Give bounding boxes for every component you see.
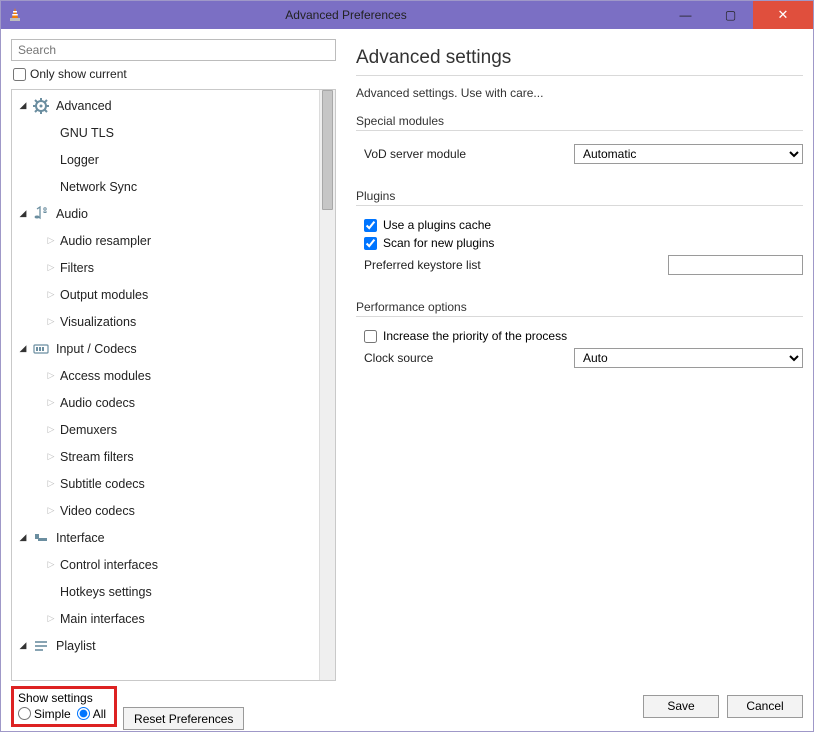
tree-item-output-modules[interactable]: ▷Output modules [12, 281, 319, 308]
tree-category-audio[interactable]: ◢ Audio [12, 200, 319, 227]
use-plugins-cache-input[interactable] [364, 219, 377, 232]
increase-priority-input[interactable] [364, 330, 377, 343]
tree-item-demuxers[interactable]: ▷Demuxers [12, 416, 319, 443]
expand-icon: ◢ [18, 343, 28, 354]
audio-icon [32, 206, 50, 222]
save-button[interactable]: Save [643, 695, 719, 718]
scrollbar-thumb[interactable] [322, 90, 333, 210]
cancel-button[interactable]: Cancel [727, 695, 803, 718]
tree-label: Advanced [56, 99, 112, 113]
page-title: Advanced settings [356, 47, 803, 69]
tree-item-audio-resampler[interactable]: ▷Audio resampler [12, 227, 319, 254]
tree-item-filters[interactable]: ▷Filters [12, 254, 319, 281]
minimize-button[interactable]: — [663, 1, 708, 29]
tree-label: Interface [56, 531, 105, 545]
clock-source-label: Clock source [364, 351, 574, 365]
close-button[interactable]: ✕ [753, 1, 813, 29]
tree-item-network-sync[interactable]: Network Sync [12, 173, 319, 200]
tree-item-subtitle-codecs[interactable]: ▷Subtitle codecs [12, 470, 319, 497]
reset-preferences-button[interactable]: Reset Preferences [123, 707, 244, 730]
tree-category-input-codecs[interactable]: ◢ Input / Codecs [12, 335, 319, 362]
page-subtitle: Advanced settings. Use with care... [356, 86, 803, 100]
gear-icon [32, 98, 50, 114]
tree-label: Input / Codecs [56, 342, 137, 356]
interface-icon [32, 530, 50, 546]
expand-icon: ◢ [18, 100, 28, 111]
expand-icon: ▷ [46, 316, 56, 327]
vod-label: VoD server module [364, 147, 574, 161]
settings-tree[interactable]: ◢ Advanced GNU TLS Logger Network Sync ◢… [12, 90, 319, 680]
expand-icon: ▷ [46, 235, 56, 246]
search-input[interactable] [11, 39, 336, 61]
keystore-input[interactable] [668, 255, 803, 275]
tree-item-audio-codecs[interactable]: ▷Audio codecs [12, 389, 319, 416]
only-show-current-label: Only show current [30, 67, 127, 81]
group-special-modules: VoD server module Automatic [356, 130, 803, 183]
scan-new-plugins-checkbox[interactable]: Scan for new plugins [364, 236, 803, 250]
expand-icon: ◢ [18, 640, 28, 651]
expand-icon: ▷ [46, 505, 56, 516]
tree-item-main-interfaces[interactable]: ▷Main interfaces [12, 605, 319, 632]
maximize-button[interactable]: ▢ [708, 1, 753, 29]
tree-category-advanced[interactable]: ◢ Advanced [12, 92, 319, 119]
simple-radio[interactable]: Simple [18, 707, 71, 721]
tree-item-video-codecs[interactable]: ▷Video codecs [12, 497, 319, 524]
group-plugins-label: Plugins [356, 189, 803, 203]
increase-priority-checkbox[interactable]: Increase the priority of the process [364, 329, 803, 343]
titlebar: Advanced Preferences — ▢ ✕ [1, 1, 813, 29]
keystore-label: Preferred keystore list [364, 258, 574, 272]
tree-category-interface[interactable]: ◢ Interface [12, 524, 319, 551]
tree-category-playlist[interactable]: ◢ Playlist [12, 632, 319, 659]
use-plugins-cache-checkbox[interactable]: Use a plugins cache [364, 218, 803, 232]
tree-scrollbar[interactable] [319, 90, 335, 680]
all-radio[interactable]: All [77, 707, 106, 721]
expand-icon: ▷ [46, 451, 56, 462]
show-settings-group: Show settings Simple All [11, 686, 117, 727]
scan-new-plugins-input[interactable] [364, 237, 377, 250]
expand-icon: ▷ [46, 424, 56, 435]
only-show-current-input[interactable] [13, 68, 26, 81]
expand-icon: ▷ [46, 613, 56, 624]
tree-item-hotkeys[interactable]: Hotkeys settings [12, 578, 319, 605]
clock-source-select[interactable]: Auto [574, 348, 803, 368]
tree-item-control-interfaces[interactable]: ▷Control interfaces [12, 551, 319, 578]
group-performance: Increase the priority of the process Clo… [356, 316, 803, 387]
expand-icon: ▷ [46, 289, 56, 300]
tree-item-logger[interactable]: Logger [12, 146, 319, 173]
vod-select[interactable]: Automatic [574, 144, 803, 164]
tree-label: Audio [56, 207, 88, 221]
show-settings-label: Show settings [18, 691, 110, 705]
vlc-icon [7, 7, 23, 23]
expand-icon: ▷ [46, 262, 56, 273]
group-performance-label: Performance options [356, 300, 803, 314]
expand-icon: ▷ [46, 478, 56, 489]
expand-icon: ▷ [46, 559, 56, 570]
tree-item-stream-filters[interactable]: ▷Stream filters [12, 443, 319, 470]
expand-icon: ◢ [18, 208, 28, 219]
expand-icon: ▷ [46, 370, 56, 381]
tree-item-visualizations[interactable]: ▷Visualizations [12, 308, 319, 335]
codec-icon [32, 341, 50, 357]
group-plugins: Use a plugins cache Scan for new plugins… [356, 205, 803, 294]
window-title: Advanced Preferences [29, 8, 663, 22]
tree-item-access-modules[interactable]: ▷Access modules [12, 362, 319, 389]
group-special-modules-label: Special modules [356, 114, 803, 128]
tree-item-gnutls[interactable]: GNU TLS [12, 119, 319, 146]
playlist-icon [32, 638, 50, 654]
expand-icon: ◢ [18, 532, 28, 543]
tree-label: Playlist [56, 639, 96, 653]
divider [356, 75, 803, 76]
only-show-current-checkbox[interactable]: Only show current [11, 67, 336, 81]
expand-icon: ▷ [46, 397, 56, 408]
